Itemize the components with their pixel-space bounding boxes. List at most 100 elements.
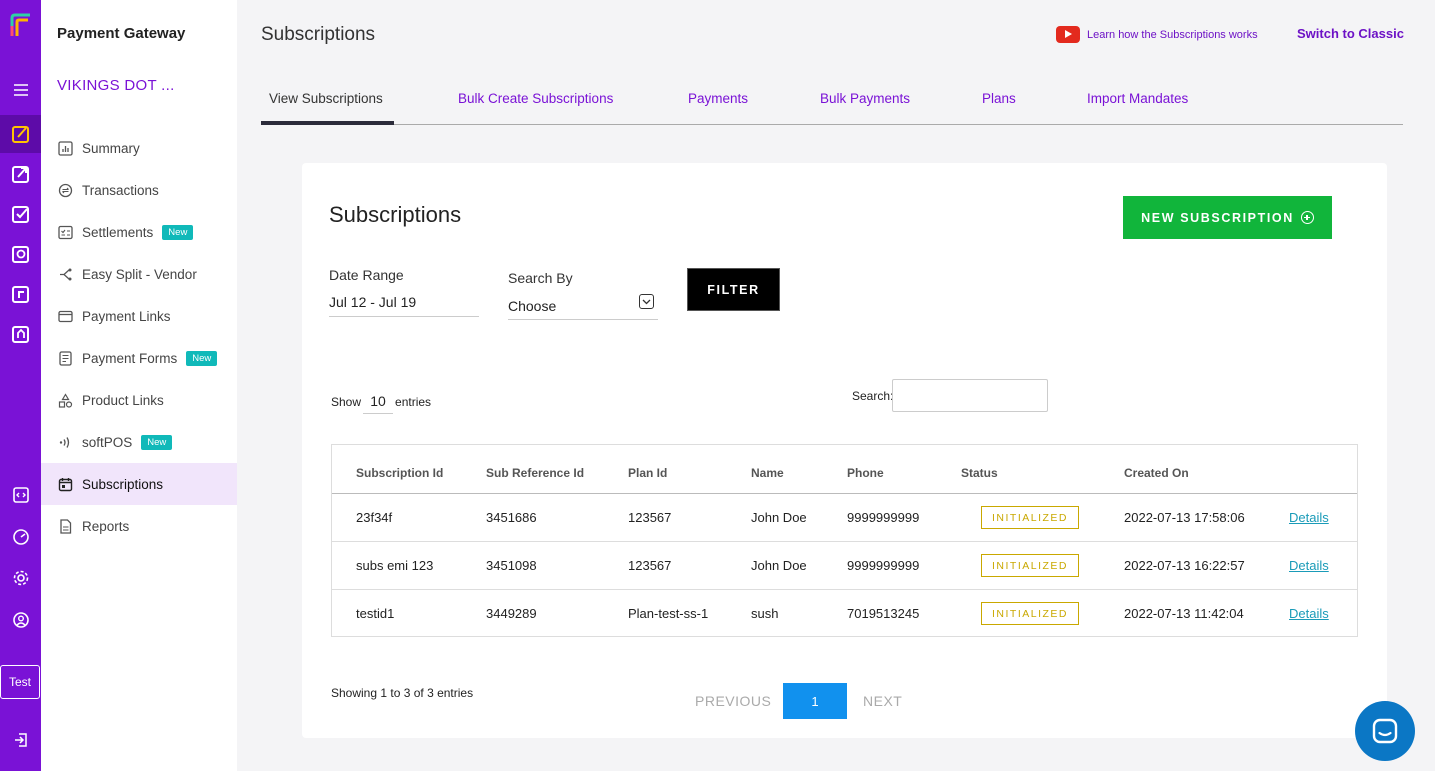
logo-icon[interactable] <box>0 6 41 44</box>
sidebar: Payment Gateway VIKINGS DOT ... Summary … <box>41 0 237 771</box>
details-link[interactable]: Details <box>1289 510 1329 525</box>
table-row: 23f34f 3451686 123567 John Doe 999999999… <box>332 494 1357 542</box>
page-button-current[interactable]: 1 <box>783 683 847 719</box>
cell-subscription-id: testid1 <box>356 606 395 621</box>
search-by-underline <box>508 319 658 320</box>
new-badge: New <box>141 434 173 450</box>
sidebar-item-label: Payment Links <box>82 308 171 324</box>
sidebar-item-label: Easy Split - Vendor <box>82 266 197 282</box>
home-product-icon[interactable] <box>0 315 41 353</box>
verification-icon[interactable] <box>0 195 41 233</box>
entries-label: entries <box>395 394 432 409</box>
search-by-select[interactable]: Choose <box>508 298 556 314</box>
column-header[interactable]: Sub Reference Id <box>486 466 584 480</box>
links-product-icon[interactable] <box>0 275 41 313</box>
sidebar-item-subscriptions[interactable]: Subscriptions <box>41 463 237 505</box>
tab-plans[interactable]: Plans <box>982 91 1016 106</box>
tab-view-subscriptions[interactable]: View Subscriptions <box>269 91 383 106</box>
learn-link-label: Learn how the Subscriptions works <box>1087 28 1258 41</box>
merchant-name[interactable]: VIKINGS DOT ... <box>57 77 175 94</box>
arrows-exchange-icon <box>57 182 73 198</box>
developers-icon[interactable] <box>0 476 41 514</box>
payment-gateway-icon[interactable] <box>0 115 41 153</box>
menu-icon[interactable] <box>0 71 41 109</box>
next-page-button[interactable]: NEXT <box>863 693 902 709</box>
cell-phone: 7019513245 <box>847 606 920 621</box>
youtube-icon <box>1056 26 1080 43</box>
sidebar-item-label: Product Links <box>82 392 164 408</box>
bar-chart-icon <box>57 140 73 156</box>
cell-created-on: 2022-07-13 11:42:04 <box>1124 606 1244 621</box>
status-badge: INITIALIZED <box>981 554 1079 577</box>
date-range-underline <box>329 316 479 317</box>
column-header[interactable]: Created On <box>1124 466 1189 480</box>
sidebar-item-settlements[interactable]: Settlements New <box>41 211 237 253</box>
tab-import-mandates[interactable]: Import Mandates <box>1087 91 1188 106</box>
profile-icon[interactable] <box>0 601 41 639</box>
page-title: Subscriptions <box>261 24 376 45</box>
date-range-input[interactable]: Jul 12 - Jul 19 <box>329 294 416 310</box>
sidebar-item-label: Transactions <box>82 182 159 198</box>
logout-icon[interactable] <box>0 721 41 759</box>
cell-plan-id: 123567 <box>628 510 672 525</box>
calendar-icon <box>57 476 73 492</box>
tab-bulk-payments[interactable]: Bulk Payments <box>820 91 910 106</box>
column-header[interactable]: Subscription Id <box>356 466 443 480</box>
show-label: Show <box>331 394 362 409</box>
dashboard-gauge-icon[interactable] <box>0 518 41 556</box>
details-link[interactable]: Details <box>1289 606 1329 621</box>
cell-subscription-id: 23f34f <box>356 510 393 525</box>
learn-link[interactable]: Learn how the Subscriptions works <box>1056 26 1258 43</box>
table-row: testid1 3449289 Plan-test-ss-1 sush 7019… <box>332 590 1357 638</box>
sidebar-item-payment-links[interactable]: Payment Links <box>41 295 237 337</box>
tab-bar: View Subscriptions Bulk Create Subscript… <box>261 80 1403 125</box>
page-size-control: Show 10 entries <box>331 389 431 414</box>
column-header[interactable]: Plan Id <box>628 466 667 480</box>
tab-payments[interactable]: Payments <box>688 91 748 106</box>
cell-subscription-id: subs emi 123 <box>356 558 434 573</box>
settings-icon[interactable] <box>0 559 41 597</box>
cell-sub-reference-id: 3449289 <box>486 606 537 621</box>
switch-to-classic-link[interactable]: Switch to Classic <box>1297 26 1404 41</box>
status-badge: INITIALIZED <box>981 506 1079 529</box>
sidebar-item-product-links[interactable]: Product Links <box>41 379 237 421</box>
sidebar-item-softpos[interactable]: softPOS New <box>41 421 237 463</box>
column-header[interactable]: Phone <box>847 466 884 480</box>
sidebar-item-transactions[interactable]: Transactions <box>41 169 237 211</box>
cell-phone: 9999999999 <box>847 510 920 525</box>
sidebar-item-reports[interactable]: Reports <box>41 505 237 547</box>
details-link[interactable]: Details <box>1289 558 1329 573</box>
cell-created-on: 2022-07-13 16:22:57 <box>1124 558 1245 573</box>
refresh-product-icon[interactable] <box>0 235 41 273</box>
search-input[interactable] <box>892 379 1048 412</box>
new-subscription-button[interactable]: NEW SUBSCRIPTION <box>1123 196 1332 239</box>
column-header[interactable]: Name <box>751 466 784 480</box>
active-tab-indicator <box>261 121 394 125</box>
filter-button[interactable]: FILTER <box>687 268 780 311</box>
sidebar-item-label: Reports <box>82 518 130 534</box>
pagination-summary: Showing 1 to 3 of 3 entries <box>331 686 474 700</box>
chat-icon <box>1372 718 1398 744</box>
table-row: subs emi 123 3451098 123567 John Doe 999… <box>332 542 1357 590</box>
sidebar-item-easy-split[interactable]: Easy Split - Vendor <box>41 253 237 295</box>
cell-phone: 9999999999 <box>847 558 920 573</box>
card-link-icon <box>57 308 73 324</box>
environment-toggle[interactable]: Test <box>0 665 40 699</box>
sidebar-item-payment-forms[interactable]: Payment Forms New <box>41 337 237 379</box>
new-badge: New <box>186 350 218 366</box>
page-size-select[interactable]: 10 <box>363 393 394 414</box>
chat-launcher-button[interactable] <box>1355 701 1415 761</box>
cell-sub-reference-id: 3451098 <box>486 558 537 573</box>
chevron-down-icon[interactable] <box>639 294 654 309</box>
cell-name: John Doe <box>751 510 807 525</box>
cell-plan-id: Plan-test-ss-1 <box>628 606 709 621</box>
cell-plan-id: 123567 <box>628 558 672 573</box>
previous-page-button[interactable]: PREVIOUS <box>695 693 771 709</box>
search-label: Search: <box>852 389 894 403</box>
cell-name: John Doe <box>751 558 807 573</box>
sidebar-item-label: Settlements <box>82 224 154 240</box>
column-header[interactable]: Status <box>961 466 998 480</box>
payouts-icon[interactable] <box>0 155 41 193</box>
sidebar-item-summary[interactable]: Summary <box>41 127 237 169</box>
tab-bulk-create-subscriptions[interactable]: Bulk Create Subscriptions <box>458 91 613 106</box>
